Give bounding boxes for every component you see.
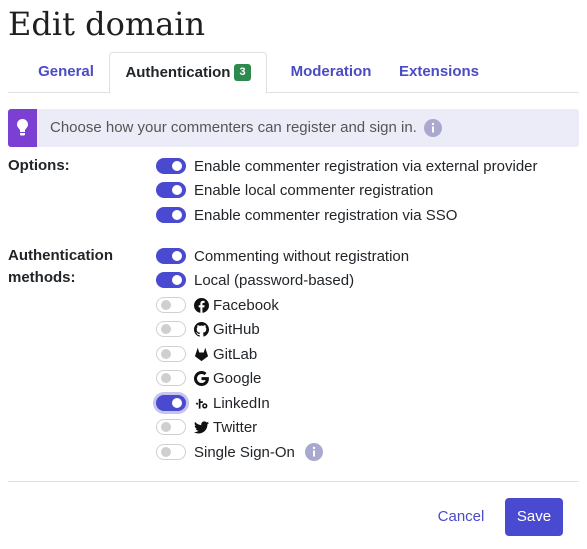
toggle-label: Enable local commenter registration: [194, 181, 434, 199]
toggle-switch[interactable]: [156, 248, 186, 264]
linkedin-icon: [194, 396, 209, 411]
toggle-twitter[interactable]: Twitter: [156, 416, 257, 438]
gitlab-icon: [194, 347, 209, 362]
toggle-switch[interactable]: [156, 182, 186, 198]
toggle-switch[interactable]: [156, 158, 186, 174]
github-icon: [194, 321, 209, 337]
toggle-anonymous-commenting[interactable]: Commenting without registration: [156, 245, 409, 267]
auth-methods-label-line2: methods:: [8, 269, 76, 286]
toggle-label: Commenting without registration: [194, 247, 410, 265]
info-text: Choose how your commenters can register …: [50, 119, 417, 136]
twitter-icon: [194, 420, 209, 435]
tab-label: Moderation: [290, 63, 372, 80]
facebook-icon: [194, 297, 209, 313]
toggle-switch[interactable]: [156, 297, 186, 313]
toggle-label: Twitter: [213, 418, 258, 436]
count-badge: 3: [234, 64, 251, 81]
toggle-sso-registration[interactable]: Enable commenter registration via SSO: [156, 204, 457, 226]
toggle-switch[interactable]: [156, 272, 186, 288]
toggle-external-provider-registration[interactable]: Enable commenter registration via extern…: [156, 155, 538, 177]
toggle-switch[interactable]: [156, 346, 186, 362]
toggle-switch[interactable]: [156, 370, 186, 386]
tab-label: Authentication: [125, 64, 231, 81]
auth-methods-label: Authentication methods:: [8, 245, 113, 289]
toggle-switch[interactable]: [156, 321, 186, 337]
auth-methods-label-line1: Authentication: [8, 247, 113, 264]
toggle-label: GitHub: [213, 320, 260, 338]
save-button[interactable]: Save: [505, 498, 563, 536]
options-label: Options:: [8, 157, 70, 174]
toggle-label: Enable commenter registration via extern…: [194, 157, 538, 175]
toggle-label: Enable commenter registration via SSO: [194, 206, 458, 224]
toggle-label: GitLab: [213, 345, 258, 363]
footer-divider: [8, 481, 579, 482]
toggle-label: Local (password-based): [194, 271, 355, 289]
toggle-gitlab[interactable]: GitLab: [156, 343, 257, 365]
toggle-label: Single Sign-On: [194, 443, 295, 461]
toggle-switch[interactable]: [156, 207, 186, 223]
toggle-switch[interactable]: [156, 444, 186, 460]
tab-extensions[interactable]: Extensions: [388, 52, 490, 93]
toggle-github[interactable]: GitHub: [156, 318, 260, 340]
toggle-switch[interactable]: [156, 419, 186, 435]
toggle-label: Facebook: [213, 296, 279, 314]
info-icon[interactable]: [304, 443, 323, 461]
tab-moderation[interactable]: Moderation: [276, 52, 386, 93]
google-icon: [194, 370, 209, 386]
info-banner: Choose how your commenters can register …: [8, 109, 579, 147]
tab-general[interactable]: General: [28, 52, 104, 93]
tab-label: General: [38, 63, 94, 80]
toggle-local-auth[interactable]: Local (password-based): [156, 269, 354, 291]
toggle-single-sign-on[interactable]: Single Sign-On: [156, 441, 323, 463]
toggle-label: Google: [213, 369, 262, 387]
info-icon[interactable]: [424, 119, 442, 142]
tab-bar: General Authentication 3 Moderation Exten…: [8, 52, 579, 94]
toggle-label: LinkedIn: [213, 394, 270, 412]
lightbulb-icon: [8, 109, 37, 147]
page-title: Edit domain: [8, 5, 206, 43]
toggle-facebook[interactable]: Facebook: [156, 294, 279, 316]
toggle-local-registration[interactable]: Enable local commenter registration: [156, 179, 433, 201]
toggle-switch[interactable]: [156, 395, 186, 411]
tab-label: Extensions: [398, 63, 480, 80]
toggle-linkedin[interactable]: LinkedIn: [156, 392, 270, 414]
tab-authentication[interactable]: Authentication 3: [109, 52, 267, 94]
toggle-google[interactable]: Google: [156, 367, 261, 389]
cancel-button[interactable]: Cancel: [428, 498, 494, 536]
